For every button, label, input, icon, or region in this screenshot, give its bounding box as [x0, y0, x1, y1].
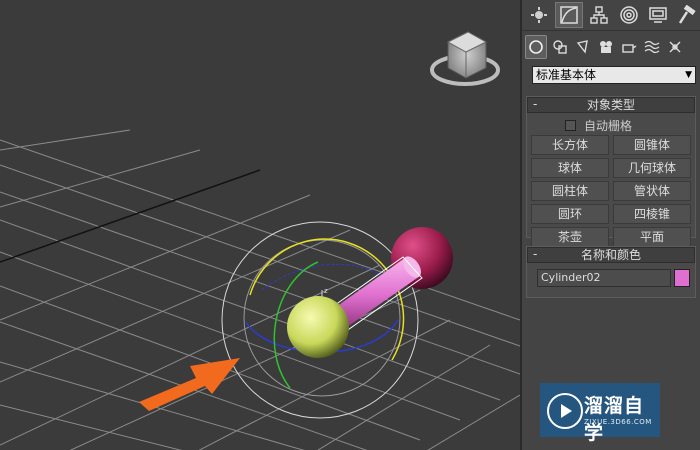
geosphere-button[interactable]: 几何球体 — [613, 158, 691, 178]
box-button[interactable]: 长方体 — [531, 135, 609, 155]
modify-tab-icon[interactable] — [555, 2, 583, 28]
torus-button[interactable]: 圆环 — [531, 204, 609, 224]
primitive-category-dropdown[interactable]: 标准基本体 ▼ — [532, 66, 696, 84]
dropdown-selected-value: 标准基本体 — [536, 68, 597, 82]
object-name-field[interactable]: Cylinder02 — [537, 269, 671, 287]
shapes-icon[interactable] — [550, 36, 570, 58]
cone-button[interactable]: 圆锥体 — [613, 135, 691, 155]
collapse-icon[interactable]: - — [533, 97, 537, 111]
display-tab-icon[interactable] — [645, 3, 670, 27]
auto-grid-checkbox[interactable]: 自动栅格 — [565, 117, 632, 134]
chevron-down-icon[interactable]: ▼ — [685, 67, 692, 83]
command-panel-tabs — [522, 0, 700, 31]
lights-icon[interactable] — [573, 36, 593, 58]
utilities-tab-icon[interactable] — [675, 3, 700, 27]
cameras-icon[interactable] — [596, 36, 616, 58]
pointer-arrow-annotation — [139, 358, 240, 411]
helpers-icon[interactable] — [619, 36, 639, 58]
home-grid — [0, 129, 520, 450]
teapot-button[interactable]: 茶壶 — [531, 227, 609, 247]
object-type-buttons: 长方体 圆锥体 球体 几何球体 圆柱体 管状体 圆环 四棱锥 茶壶 平面 — [531, 135, 691, 247]
viewcube[interactable] — [430, 31, 500, 86]
rollout-title: 名称和颜色 — [580, 248, 641, 262]
auto-grid-label: 自动栅格 — [584, 119, 633, 133]
sphere-yellow[interactable] — [287, 296, 349, 358]
geometry-icon[interactable] — [525, 35, 547, 59]
pyramid-button[interactable]: 四棱锥 — [613, 204, 691, 224]
object-color-swatch[interactable] — [674, 269, 690, 287]
create-tab-icon[interactable] — [526, 3, 551, 27]
hierarchy-tab-icon[interactable] — [587, 3, 612, 27]
collapse-icon[interactable]: - — [533, 247, 537, 261]
cylinder-button[interactable]: 圆柱体 — [531, 181, 609, 201]
name-and-color-rollout-header[interactable]: - 名称和颜色 — [527, 247, 695, 263]
space-warps-icon[interactable] — [642, 36, 662, 58]
watermark-play-logo-icon — [547, 393, 583, 429]
watermark-subtitle: ZIXUE.3D66.COM — [584, 418, 652, 426]
perspective-viewport[interactable]: z — [0, 0, 520, 450]
checkbox-box[interactable] — [565, 120, 576, 131]
watermark: 溜溜自学 ZIXUE.3D66.COM — [540, 383, 660, 444]
systems-icon[interactable] — [665, 36, 685, 58]
plane-button[interactable]: 平面 — [613, 227, 691, 247]
motion-tab-icon[interactable] — [616, 3, 641, 27]
object-type-rollout: - 对象类型 自动栅格 长方体 圆锥体 球体 几何球体 圆柱体 管状体 圆环 四… — [526, 96, 696, 247]
object-type-rollout-header[interactable]: - 对象类型 — [527, 97, 695, 113]
create-category-tabs — [522, 32, 700, 62]
sphere-button[interactable]: 球体 — [531, 158, 609, 178]
gizmo-axis-label: z — [324, 287, 328, 295]
name-and-color-rollout: - 名称和颜色 Cylinder02 — [526, 246, 696, 298]
tube-button[interactable]: 管状体 — [613, 181, 691, 201]
rollout-title: 对象类型 — [586, 98, 635, 112]
